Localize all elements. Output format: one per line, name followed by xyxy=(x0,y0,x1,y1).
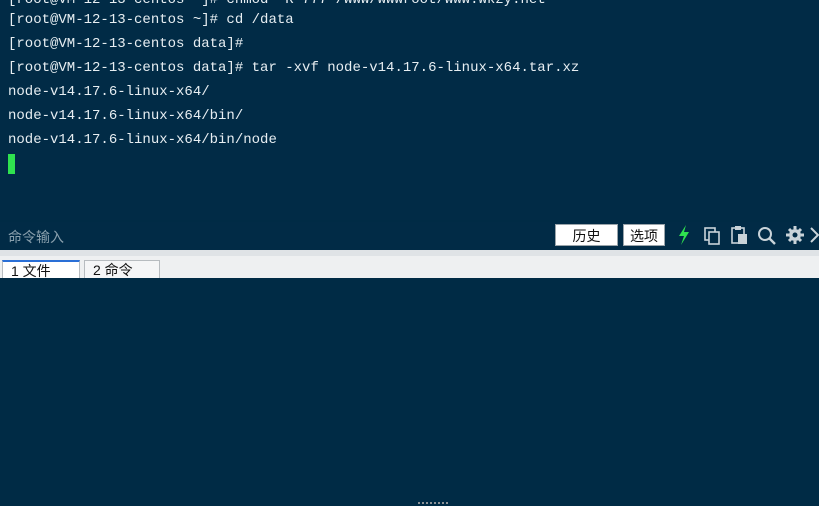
bottom-tab-bar: 1 文件 2 命令 xyxy=(0,256,819,279)
command-input[interactable] xyxy=(6,224,550,250)
settings-icon[interactable] xyxy=(809,224,819,246)
tab-commands[interactable]: 2 命令 xyxy=(84,260,160,278)
terminal-line: [root@VM-12-13-centos ~]# cd /data xyxy=(8,12,294,28)
lightning-icon[interactable] xyxy=(674,224,694,246)
options-button[interactable]: 选项 xyxy=(623,224,665,246)
terminal-line: node-v14.17.6-linux-x64/bin/node xyxy=(8,132,277,148)
terminal-line: [root@VM-12-13-centos data]# tar -xvf no… xyxy=(8,60,580,76)
terminal-output[interactable]: [root@VM-12-13-centos ~]# chmod -R 777 /… xyxy=(0,0,819,220)
terminal-line: [root@VM-12-13-centos data]# xyxy=(8,36,244,52)
terminal-cursor xyxy=(8,154,15,174)
gear-icon[interactable] xyxy=(785,224,805,246)
command-bar: 历史 选项 xyxy=(0,222,819,250)
terminal-line: node-v14.17.6-linux-x64/bin/ xyxy=(8,108,244,124)
tab-files[interactable]: 1 文件 xyxy=(2,260,80,279)
search-icon[interactable] xyxy=(757,224,777,246)
copy-icon[interactable] xyxy=(702,224,722,246)
history-button[interactable]: 历史 xyxy=(555,224,618,246)
paste-icon[interactable] xyxy=(729,224,749,246)
terminal-line: node-v14.17.6-linux-x64/ xyxy=(8,84,210,100)
resize-grip[interactable] xyxy=(418,502,448,506)
